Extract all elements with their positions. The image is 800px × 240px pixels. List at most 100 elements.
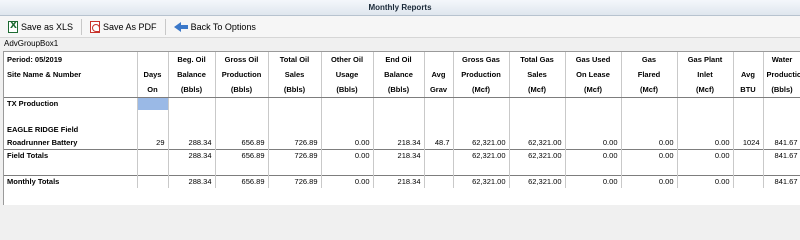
table-cell: [137, 97, 169, 110]
table-cell: [763, 97, 800, 110]
column-header: Inlet: [677, 67, 734, 82]
table-cell: [424, 174, 454, 188]
table-cell: 62,321.00: [453, 148, 510, 162]
table-cell: [733, 162, 764, 175]
column-header: Other Oil: [321, 52, 374, 67]
column-header: [137, 52, 169, 67]
column-header-site: Period: 05/2019: [4, 52, 138, 67]
table-row[interactable]: Roadrunner Battery 29 288.34 656.89 726.89 0.…: [4, 136, 800, 149]
table-cell: [677, 97, 734, 110]
table-cell: 0.00: [321, 136, 374, 149]
column-header: Avg: [733, 67, 764, 82]
column-header: (Bbls): [321, 82, 374, 98]
table-cell: [621, 97, 678, 110]
table-cell: 62,321.00: [509, 174, 566, 188]
column-header: (Bbls): [268, 82, 322, 98]
table-row[interactable]: EAGLE RIDGE Field: [4, 123, 800, 136]
column-header: End Oil: [373, 52, 425, 67]
table-cell: [215, 162, 269, 175]
table-cell: [565, 123, 622, 136]
table-cell: 288.34: [168, 148, 216, 162]
report-grid[interactable]: Period: 05/2019 Beg. Oil Gross Oil Total Oi…: [3, 51, 800, 205]
table-cell: [424, 123, 454, 136]
column-header: Avg: [424, 67, 454, 82]
row-label: Monthly Totals: [4, 174, 138, 188]
table-cell: [168, 110, 216, 123]
column-header: Balance: [373, 67, 425, 82]
column-header: [733, 52, 764, 67]
table-cell: [137, 162, 169, 175]
table-cell: 726.89: [268, 174, 322, 188]
table-cell: [565, 97, 622, 110]
table-cell: 656.89: [215, 136, 269, 149]
column-header: (Bbls): [373, 82, 425, 98]
table-cell: [373, 97, 425, 110]
table-row: [4, 162, 800, 175]
table-cell: [373, 162, 425, 175]
table-cell: 841.67: [763, 174, 800, 188]
table-row[interactable]: Field Totals 288.34 656.89 726.89 0.00 218.34…: [4, 148, 800, 162]
row-label: [4, 162, 138, 175]
toolbar: Save as XLS Save As PDF Back To Options: [0, 16, 800, 38]
table-cell: 841.67: [763, 136, 800, 149]
table-cell: [453, 110, 510, 123]
row-label: Field Totals: [4, 148, 138, 162]
table-row[interactable]: TX Production: [4, 97, 800, 110]
column-header: Grav: [424, 82, 454, 98]
table-cell: 62,321.00: [453, 174, 510, 188]
table-header: Period: 05/2019 Beg. Oil Gross Oil Total Oi…: [4, 52, 800, 98]
table-cell: 656.89: [215, 148, 269, 162]
table-cell: 218.34: [373, 136, 425, 149]
column-header: Beg. Oil: [168, 52, 216, 67]
row-label: TX Production: [4, 97, 138, 110]
column-header: (Mcf): [565, 82, 622, 98]
save-xls-button[interactable]: Save as XLS: [4, 18, 77, 36]
table-cell: [215, 123, 269, 136]
table-cell: [424, 162, 454, 175]
column-header: Total Gas: [509, 52, 566, 67]
table-cell: 29: [137, 136, 169, 149]
column-header: (Bbls): [168, 82, 216, 98]
column-header: Gross Gas: [453, 52, 510, 67]
save-pdf-button[interactable]: Save As PDF: [86, 18, 161, 36]
table-cell: [321, 97, 374, 110]
table-cell: [321, 123, 374, 136]
column-header: BTU: [733, 82, 764, 98]
table-cell: 62,321.00: [509, 148, 566, 162]
table-row[interactable]: Monthly Totals 288.34 656.89 726.89 0.00 218.…: [4, 174, 800, 188]
table-cell: [215, 110, 269, 123]
column-header: (Bbls): [763, 82, 800, 98]
pdf-icon: [90, 20, 101, 33]
table-cell: [137, 110, 169, 123]
table-cell: [268, 97, 322, 110]
back-to-options-button[interactable]: Back To Options: [170, 18, 260, 36]
table-cell: 288.34: [168, 174, 216, 188]
row-label: EAGLE RIDGE Field: [4, 123, 138, 136]
column-header: Sales: [509, 67, 566, 82]
table-cell: [621, 110, 678, 123]
table-cell: [268, 123, 322, 136]
column-header: Gas Plant: [677, 52, 734, 67]
table-cell: [453, 97, 510, 110]
table-cell: [168, 97, 216, 110]
column-header: Gas Used: [565, 52, 622, 67]
column-header: Production: [763, 67, 800, 82]
table-cell: [733, 110, 764, 123]
table-cell: 0.00: [321, 174, 374, 188]
table-cell: 0.00: [565, 148, 622, 162]
window-title: Monthly Reports: [368, 3, 432, 12]
toolbar-separator: [81, 18, 83, 35]
report-table: Period: 05/2019 Beg. Oil Gross Oil Total Oi…: [4, 52, 800, 188]
table-cell: 48.7: [424, 136, 454, 149]
table-cell: [137, 174, 169, 188]
table-cell: [373, 123, 425, 136]
back-arrow-icon: [173, 21, 188, 33]
column-header: Balance: [168, 67, 216, 82]
column-header-site: Site Name & Number: [4, 67, 138, 82]
table-cell: 0.00: [565, 136, 622, 149]
table-cell: [453, 123, 510, 136]
column-header: Usage: [321, 67, 374, 82]
header-row: Period: 05/2019 Beg. Oil Gross Oil Total Oi…: [4, 52, 800, 67]
table-cell: 62,321.00: [453, 136, 510, 149]
table-cell: [453, 162, 510, 175]
